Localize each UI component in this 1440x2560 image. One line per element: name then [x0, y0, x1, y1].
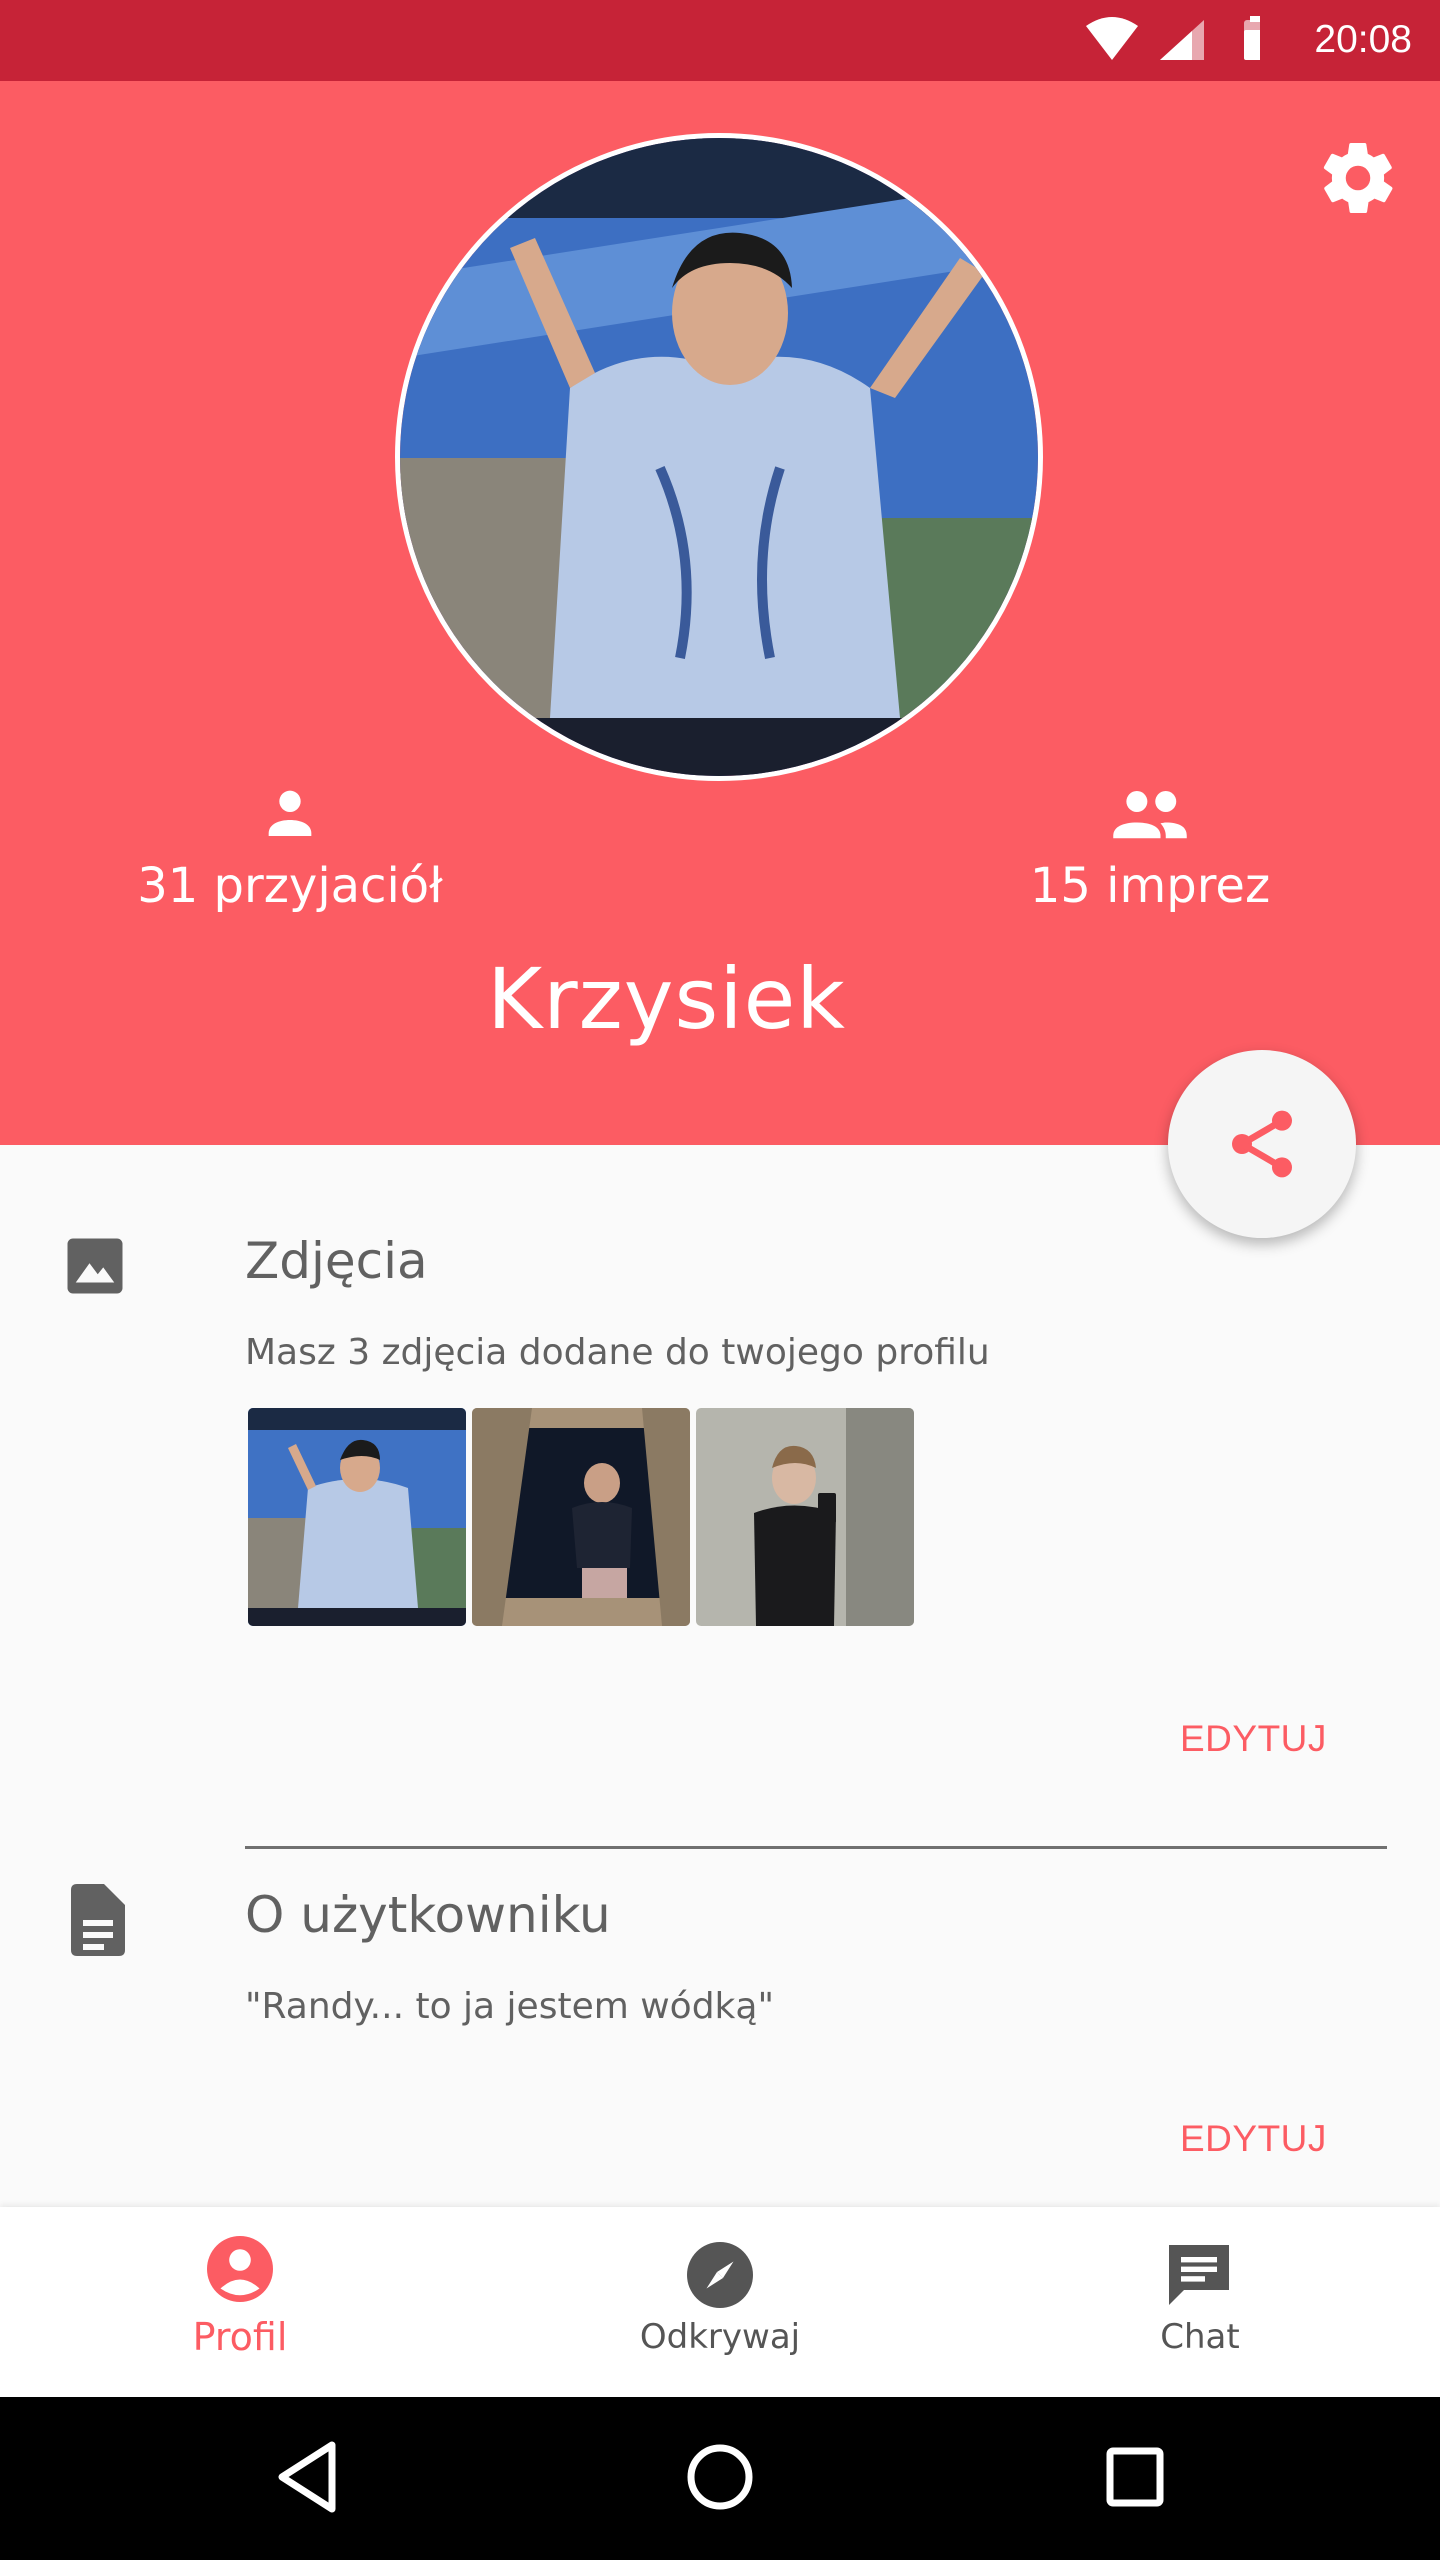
group-icon — [1113, 791, 1187, 839]
document-icon — [64, 1884, 126, 1960]
account-circle-icon — [207, 2236, 273, 2302]
share-icon — [1232, 1110, 1292, 1178]
chat-icon — [1169, 2245, 1229, 2305]
nav-label-profil: Profil — [192, 2315, 288, 2359]
nav-item-chat[interactable]: Chat — [960, 2207, 1440, 2397]
status-time: 20:08 — [1314, 18, 1412, 61]
about-text: "Randy... to ja jestem wódką" — [245, 1986, 775, 2027]
photos-count-text: Masz 3 zdjęcia dodane do twojego profilu — [245, 1332, 990, 1373]
image-icon — [62, 1233, 128, 1303]
about-section-title: O użytkowniku — [245, 1886, 611, 1944]
nav-label-odkrywaj: Odkrywaj — [639, 2317, 801, 2357]
back-icon[interactable] — [272, 2437, 342, 2517]
wifi-signal-battery-icons — [1086, 16, 1268, 60]
section-divider — [245, 1846, 1387, 1849]
parties-stat[interactable]: 15 imprez — [950, 780, 1350, 914]
friends-stat[interactable]: 31 przyjaciół — [90, 780, 490, 914]
share-button[interactable] — [1168, 1050, 1356, 1238]
photo-thumbnail[interactable] — [696, 1408, 914, 1626]
photos-section-title: Zdjęcia — [245, 1232, 428, 1290]
home-icon[interactable] — [683, 2437, 757, 2517]
avatar-photo — [400, 138, 1038, 776]
edit-about-button[interactable]: EDYTUJ — [1180, 2118, 1327, 2160]
profile-username: Krzysiek — [487, 950, 846, 1048]
recents-icon[interactable] — [1100, 2437, 1170, 2517]
gear-icon — [1323, 142, 1393, 214]
nav-label-chat: Chat — [1160, 2317, 1240, 2357]
photo-thumbnail[interactable] — [472, 1408, 690, 1626]
status-bar: 20:08 — [0, 0, 1440, 81]
parties-count: 15 imprez — [1029, 858, 1271, 914]
bottom-navigation: Profil Odkrywaj Chat — [0, 2207, 1440, 2397]
nav-item-profil[interactable]: Profil — [0, 2207, 480, 2397]
person-icon — [268, 790, 312, 836]
compass-icon — [687, 2242, 753, 2308]
system-navigation-bar — [0, 2397, 1440, 2560]
edit-photos-button[interactable]: EDYTUJ — [1180, 1718, 1327, 1760]
profile-avatar[interactable] — [395, 133, 1043, 781]
status-icons — [1080, 14, 1268, 70]
photo-thumbnail[interactable] — [248, 1408, 466, 1626]
nav-item-odkrywaj[interactable]: Odkrywaj — [480, 2207, 960, 2397]
settings-button[interactable] — [1316, 136, 1400, 220]
friends-count: 31 przyjaciół — [137, 858, 443, 914]
